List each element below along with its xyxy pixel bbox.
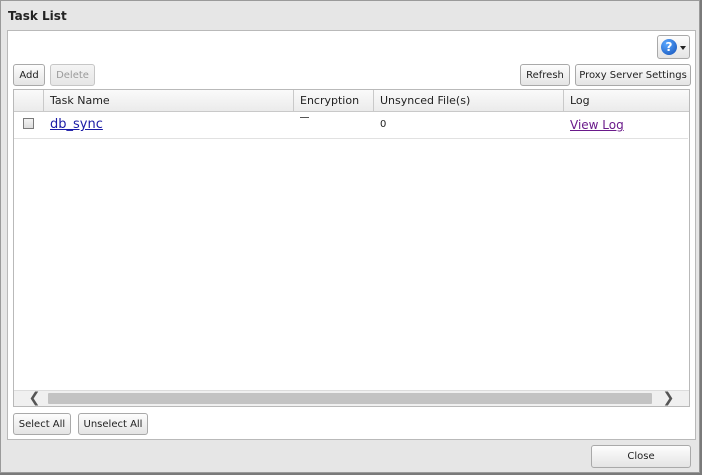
encryption-cell — [294, 112, 309, 138]
table-header: Task Name Encryption Unsynced File(s) Lo… — [14, 90, 689, 112]
select-all-button[interactable]: Select All — [13, 413, 71, 435]
chevron-left-icon[interactable]: ❮ — [26, 391, 43, 406]
task-name-cell: db_sync — [44, 112, 103, 138]
unselect-all-button[interactable]: Unselect All — [78, 413, 148, 435]
header-encryption[interactable]: Encryption — [294, 90, 374, 111]
header-task-name[interactable]: Task Name — [44, 90, 294, 111]
horizontal-scrollbar[interactable]: ❮ ❯ — [14, 390, 689, 406]
log-cell: View Log — [564, 112, 624, 138]
encryption-none-dash — [300, 117, 309, 118]
delete-button[interactable]: Delete — [50, 64, 95, 86]
table-row: db_sync 0 View Log — [14, 112, 688, 139]
proxy-server-settings-button[interactable]: Proxy Server Settings — [575, 64, 691, 86]
task-list-dialog: Task List ? Add Delete Refresh Proxy Ser… — [0, 0, 700, 473]
row-checkbox[interactable] — [23, 118, 34, 129]
view-log-link[interactable]: View Log — [570, 118, 624, 132]
scroll-thumb[interactable] — [48, 393, 652, 404]
dialog-title: Task List — [8, 9, 67, 23]
task-table: Task Name Encryption Unsynced File(s) Lo… — [13, 89, 690, 407]
header-unsynced-files[interactable]: Unsynced File(s) — [374, 90, 564, 111]
refresh-button[interactable]: Refresh — [520, 64, 570, 86]
chevron-right-icon[interactable]: ❯ — [660, 391, 677, 406]
add-button[interactable]: Add — [13, 64, 45, 86]
chevron-down-icon — [680, 46, 686, 50]
close-button[interactable]: Close — [591, 445, 691, 468]
help-icon: ? — [661, 39, 677, 55]
help-menu-button[interactable]: ? — [657, 35, 690, 59]
header-log[interactable]: Log — [564, 90, 689, 111]
content-panel: ? Add Delete Refresh Proxy Server Settin… — [7, 30, 696, 440]
task-name-link[interactable]: db_sync — [50, 117, 103, 132]
header-select — [14, 90, 44, 111]
unsynced-files-cell: 0 — [380, 119, 387, 130]
